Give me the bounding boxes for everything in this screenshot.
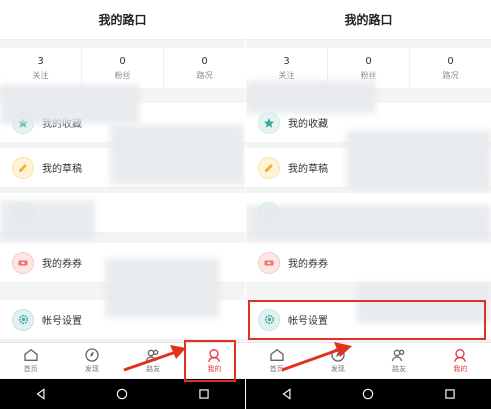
- menu-label: 我的券券: [288, 259, 328, 270]
- menu-label: 帐号设置: [42, 316, 82, 327]
- blur-overlay: [246, 205, 491, 240]
- tab-label: 路友: [392, 365, 407, 373]
- page-title: 我的路口: [246, 0, 491, 40]
- menu-label: 我的草稿: [288, 164, 328, 175]
- ticket-icon: [258, 251, 280, 274]
- stat-value: 0: [365, 55, 372, 67]
- stat-label: 粉丝: [360, 70, 377, 80]
- tab-friends[interactable]: 路友: [369, 343, 430, 378]
- stat-label: 粉丝: [114, 70, 131, 80]
- tab-discover[interactable]: 发现: [61, 343, 122, 378]
- arrow-icon: [281, 342, 352, 372]
- blur-overlay: [0, 200, 95, 240]
- profile-icon: [454, 349, 467, 362]
- stat-label: 关注: [32, 70, 49, 80]
- screen-right: 我的路口 3 关注 0 粉丝 0 路况 我的收藏 我的草稿 我的券券 帐号设置 …: [246, 0, 491, 409]
- blur-overlay: [110, 125, 245, 185]
- tab-label: 首页: [23, 365, 38, 373]
- gear-icon: [12, 308, 34, 331]
- tab-label: 我的: [453, 365, 468, 373]
- ticket-icon: [12, 251, 34, 274]
- arrow-icon: [123, 345, 186, 372]
- highlight-box: [248, 300, 486, 340]
- menu-label: 我的草稿: [42, 164, 82, 175]
- menu-item-coupons[interactable]: 我的券券: [246, 243, 491, 283]
- stat-label: 路况: [442, 70, 459, 80]
- home-button-icon[interactable]: [115, 387, 129, 401]
- recents-icon[interactable]: [443, 387, 457, 401]
- blur-overlay: [0, 84, 140, 124]
- star-icon: [258, 111, 280, 134]
- back-icon[interactable]: [280, 387, 294, 401]
- stats-row: 3 关注 0 粉丝 0 路况: [0, 48, 245, 88]
- stat-fans[interactable]: 0 粉丝: [82, 48, 164, 88]
- stat-value: 0: [447, 55, 454, 67]
- tab-mine[interactable]: 我的: [430, 343, 491, 378]
- compass-icon: [85, 348, 99, 362]
- android-nav-bar: [0, 379, 245, 409]
- pencil-icon: [12, 156, 34, 179]
- menu-label: 我的收藏: [288, 119, 328, 130]
- blur-overlay: [105, 258, 220, 318]
- stat-value: 3: [283, 55, 290, 67]
- pencil-icon: [258, 156, 280, 179]
- tab-label: 发现: [84, 365, 99, 373]
- tab-home[interactable]: 首页: [0, 343, 61, 378]
- stat-value: 3: [37, 55, 44, 67]
- page-title-text: 我的路口: [98, 13, 147, 27]
- friends-icon: [391, 349, 405, 362]
- screen-left: 我的路口 3 关注 0 粉丝 0 路况 我的收藏 我的草稿 我的券券 帐号设置 …: [0, 0, 245, 409]
- recents-icon[interactable]: [197, 387, 211, 401]
- home-icon: [23, 348, 38, 361]
- stat-traffic[interactable]: 0 路况: [410, 48, 491, 88]
- highlight-box: [184, 340, 236, 382]
- page-title: 我的路口: [0, 0, 245, 40]
- android-nav-bar: [246, 379, 491, 409]
- stat-traffic[interactable]: 0 路况: [164, 48, 245, 88]
- home-button-icon[interactable]: [361, 387, 375, 401]
- blur-overlay: [246, 80, 376, 114]
- stat-value: 0: [201, 55, 208, 67]
- back-icon[interactable]: [34, 387, 48, 401]
- stat-label: 路况: [196, 70, 213, 80]
- blur-overlay: [346, 130, 491, 190]
- stat-following[interactable]: 3 关注: [0, 48, 82, 88]
- stat-value: 0: [119, 55, 126, 67]
- stat-label: 关注: [278, 70, 295, 80]
- page-title-text: 我的路口: [344, 13, 393, 27]
- menu-label: 我的券券: [42, 259, 82, 270]
